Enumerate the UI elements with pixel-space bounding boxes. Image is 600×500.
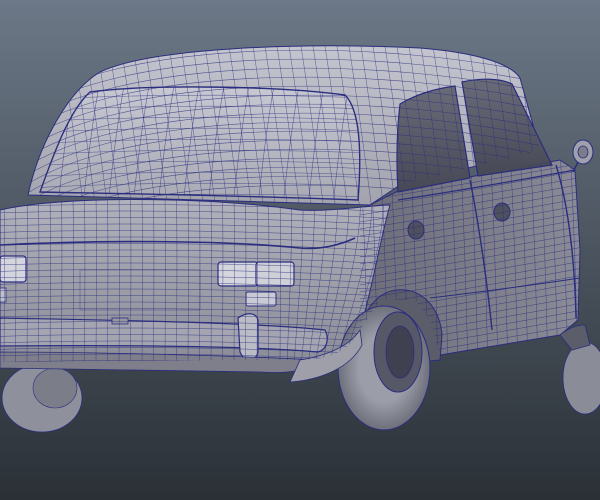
viewport-scene[interactable] [0,0,600,500]
door-handle-rear [407,220,425,240]
bumper-badge [111,317,129,325]
bumper-overrider [237,313,259,361]
rear-left-wheel [1,363,83,433]
3d-viewport[interactable] [0,0,600,500]
rear-right-wheel [337,305,431,431]
